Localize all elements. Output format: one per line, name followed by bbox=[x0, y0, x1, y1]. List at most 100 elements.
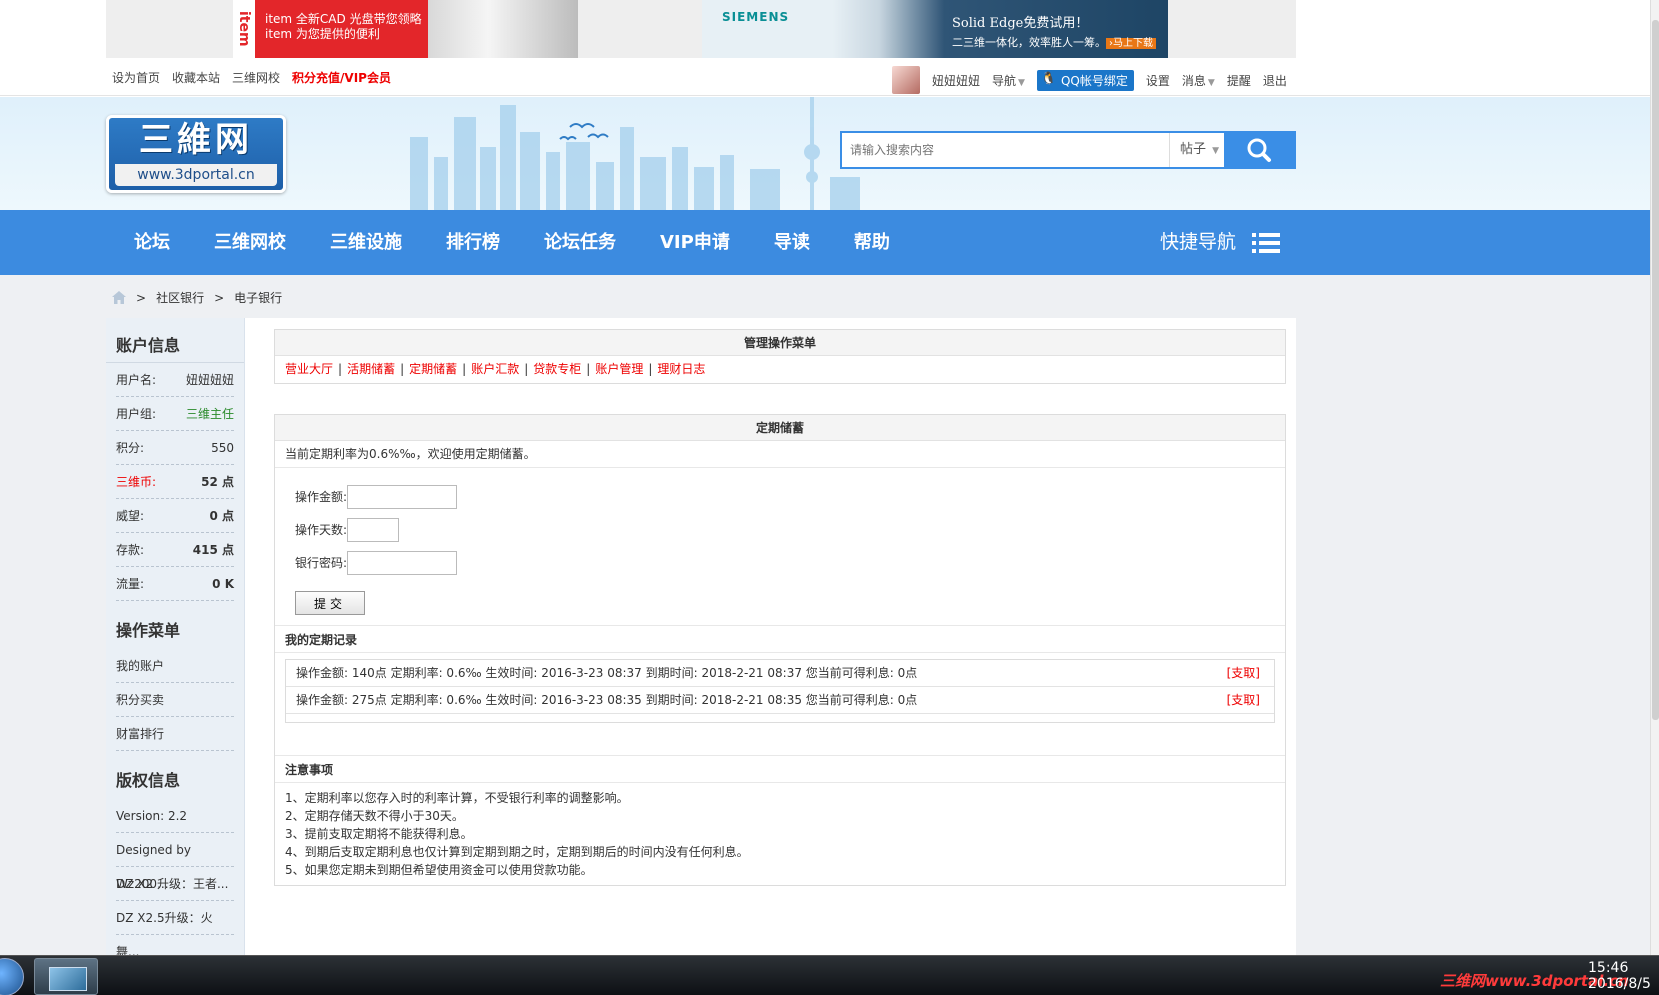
row-key: 积分: bbox=[116, 441, 145, 455]
quick-nav-button[interactable]: 快捷导航 bbox=[1160, 210, 1281, 275]
site-header: 三維网 www.3dportal.cn 帖子 ▼ bbox=[0, 97, 1659, 210]
row-key: 威望: bbox=[116, 509, 145, 523]
nav-forum[interactable]: 论坛 bbox=[112, 210, 192, 275]
table-row: 操作金额: 140点 定期利率: 0.6‰ 生效时间: 2016-3-23 08… bbox=[286, 660, 1274, 687]
taskbar-app-icon[interactable] bbox=[34, 958, 98, 995]
amount-label: 操作金额: bbox=[295, 490, 348, 504]
nav-help[interactable]: 帮助 bbox=[832, 210, 912, 275]
list-item: 3、提前支取定期将不能获得利息。 bbox=[285, 827, 473, 841]
records-title: 我的定期记录 bbox=[275, 625, 1285, 653]
menu-account-manage[interactable]: 账户管理 bbox=[595, 362, 643, 376]
main-nav: 论坛 三维网校 三维设施 排行榜 论坛任务 VIP申请 导读 帮助 快捷导航 bbox=[0, 210, 1659, 275]
download-cta[interactable]: ›马上下载 bbox=[1106, 38, 1156, 49]
sidebar-item-my-account[interactable]: 我的账户 bbox=[116, 649, 234, 683]
menu-current-deposit[interactable]: 活期储蓄 bbox=[347, 362, 395, 376]
taskbar: 三维网www.3dportal.cn 15:46 2016/8/5 bbox=[0, 955, 1659, 995]
item-ad-line1: item 全新CAD 光盘带您领略 bbox=[265, 12, 422, 26]
school-link[interactable]: 三维网校 bbox=[232, 69, 280, 86]
ops-menu-title: 操作菜单 bbox=[116, 621, 181, 640]
search-input[interactable] bbox=[850, 133, 1166, 167]
solid-edge-ad[interactable]: SIEMENS Solid Edge免费试用！ 二三维一体化，效率胜人一筹。 ›马… bbox=[702, 0, 1168, 58]
item-ad-tag: item bbox=[233, 0, 255, 58]
row-value: 妞妞妞妞 bbox=[185, 373, 234, 387]
nav-menu-link[interactable]: 导航 ▼ bbox=[992, 72, 1025, 89]
row-value: 52 点 bbox=[201, 475, 234, 489]
menu-loan[interactable]: 贷款专柜 bbox=[533, 362, 581, 376]
settings-link[interactable]: 设置 bbox=[1146, 72, 1170, 89]
menu-remittance[interactable]: 账户汇款 bbox=[471, 362, 519, 376]
submit-button[interactable]: 提交 bbox=[295, 591, 365, 615]
search-scope-select[interactable]: 帖子 ▼ bbox=[1169, 133, 1225, 167]
withdraw-link[interactable]: [支取] bbox=[1227, 660, 1260, 686]
search-button[interactable] bbox=[1224, 133, 1294, 167]
site-logo[interactable]: 三維网 www.3dportal.cn bbox=[106, 115, 286, 193]
row-value: 三维主任 bbox=[185, 407, 234, 421]
scrollbar-thumb[interactable] bbox=[1652, 20, 1659, 720]
copyright-x2: DZ X2 升级：王者... bbox=[116, 867, 234, 901]
list-icon bbox=[1252, 232, 1281, 253]
bookmark-link[interactable]: 收藏本站 bbox=[172, 69, 220, 86]
menu-lobby[interactable]: 营业大厅 bbox=[285, 362, 333, 376]
days-input[interactable] bbox=[347, 517, 400, 542]
account-row-username: 用户名: 妞妞妞妞 bbox=[116, 363, 234, 397]
vertical-scrollbar[interactable] bbox=[1650, 0, 1659, 955]
account-row-deposit: 存款: 415 点 bbox=[116, 533, 234, 567]
logo-url: www.3dportal.cn bbox=[115, 164, 277, 186]
qq-bind-button[interactable]: QQ帐号绑定 bbox=[1036, 69, 1134, 91]
set-homepage-link[interactable]: 设为首页 bbox=[112, 69, 160, 86]
account-row-coins: 三维币: 52 点 bbox=[116, 465, 234, 499]
notes-title: 注意事项 bbox=[275, 755, 1285, 783]
ad-strip: item item 全新CAD 光盘带您领略 item 为您提供的便利 SIEM… bbox=[106, 0, 1296, 58]
messages-label: 消息 bbox=[1181, 73, 1206, 88]
withdraw-link[interactable]: [支取] bbox=[1227, 687, 1260, 713]
row-value: 0 点 bbox=[209, 509, 234, 523]
copyright-x25: DZ X2.5升级：火舞... bbox=[116, 901, 234, 959]
nav-vip[interactable]: VIP申请 bbox=[638, 210, 752, 275]
nav-guide[interactable]: 导读 bbox=[752, 210, 832, 275]
list-item: 2、定期存储天数不得小于30天。 bbox=[285, 809, 464, 823]
nav-ranking[interactable]: 排行榜 bbox=[424, 210, 522, 275]
bank-password-input[interactable] bbox=[347, 550, 458, 575]
menu-finance-log[interactable]: 理财日志 bbox=[657, 362, 705, 376]
breadcrumb-bank[interactable]: 社区银行 bbox=[156, 289, 204, 306]
main-panel: 账户信息 用户名: 妞妞妞妞 用户组: 三维主任 积分: 550 三维币: 52 点 威… bbox=[106, 318, 1296, 959]
nav-tasks[interactable]: 论坛任务 bbox=[522, 210, 638, 275]
item-cad-ad[interactable]: item item 全新CAD 光盘带您领略 item 为您提供的便利 bbox=[233, 0, 428, 58]
home-icon[interactable] bbox=[112, 291, 126, 304]
account-row-traffic: 流量: 0 K bbox=[116, 567, 234, 601]
admin-menu-links: 营业大厅 | 活期储蓄 | 定期储蓄 | 账户汇款 | 贷款专柜 | 账户管理 | 理财日志 bbox=[275, 356, 1285, 383]
remind-link[interactable]: 提醒 bbox=[1227, 72, 1251, 89]
logo-text: 三維网 bbox=[139, 120, 253, 160]
menu-fixed-deposit[interactable]: 定期储蓄 bbox=[409, 362, 457, 376]
row-key: 流量: bbox=[116, 577, 145, 591]
item-ad-image[interactable] bbox=[428, 0, 578, 58]
username-link[interactable]: 妞妞妞妞 bbox=[932, 72, 980, 89]
messages-link[interactable]: 消息 ▼ bbox=[1182, 72, 1215, 89]
amount-row: 操作金额: bbox=[295, 480, 1285, 513]
logout-link[interactable]: 退出 bbox=[1263, 72, 1287, 89]
nav-school[interactable]: 三维网校 bbox=[192, 210, 308, 275]
account-info-title: 账户信息 bbox=[106, 318, 244, 363]
siemens-logo: SIEMENS bbox=[722, 10, 790, 24]
nav-facilities[interactable]: 三维设施 bbox=[308, 210, 424, 275]
content-area: 管理操作菜单 营业大厅 | 活期储蓄 | 定期储蓄 | 账户汇款 | 贷款专柜 | 账户管理 | 理财日… bbox=[274, 329, 1286, 886]
copyright-designer: Designed by Wz200... bbox=[116, 833, 234, 891]
avatar[interactable] bbox=[892, 66, 920, 94]
taskbar-clock[interactable]: 15:46 2016/8/5 bbox=[1588, 960, 1651, 992]
vip-link[interactable]: 积分充值/VIP会员 bbox=[292, 69, 391, 86]
row-value: 550 bbox=[211, 441, 234, 455]
admin-menu-box: 管理操作菜单 营业大厅 | 活期储蓄 | 定期储蓄 | 账户汇款 | 贷款专柜 | 账户管理 | 理财日… bbox=[274, 329, 1286, 384]
sidebar-item-points-trade[interactable]: 积分买卖 bbox=[116, 683, 234, 717]
row-key: 用户组: bbox=[116, 407, 157, 421]
top-bar: 设为首页 收藏本站 三维网校 积分充值/VIP会员 妞妞妞妞 导航▼ QQ帐号绑… bbox=[0, 58, 1659, 96]
menu-sep: | bbox=[586, 362, 591, 376]
fixed-deposit-title: 定期储蓄 bbox=[275, 415, 1285, 441]
quick-nav-label: 快捷导航 bbox=[1160, 231, 1237, 253]
breadcrumb-ebank[interactable]: 电子银行 bbox=[234, 289, 282, 306]
clock-time: 15:46 bbox=[1588, 960, 1629, 976]
amount-input[interactable] bbox=[347, 484, 458, 509]
start-button[interactable] bbox=[0, 958, 24, 995]
sidebar-item-wealth-rank[interactable]: 财富排行 bbox=[116, 717, 234, 751]
